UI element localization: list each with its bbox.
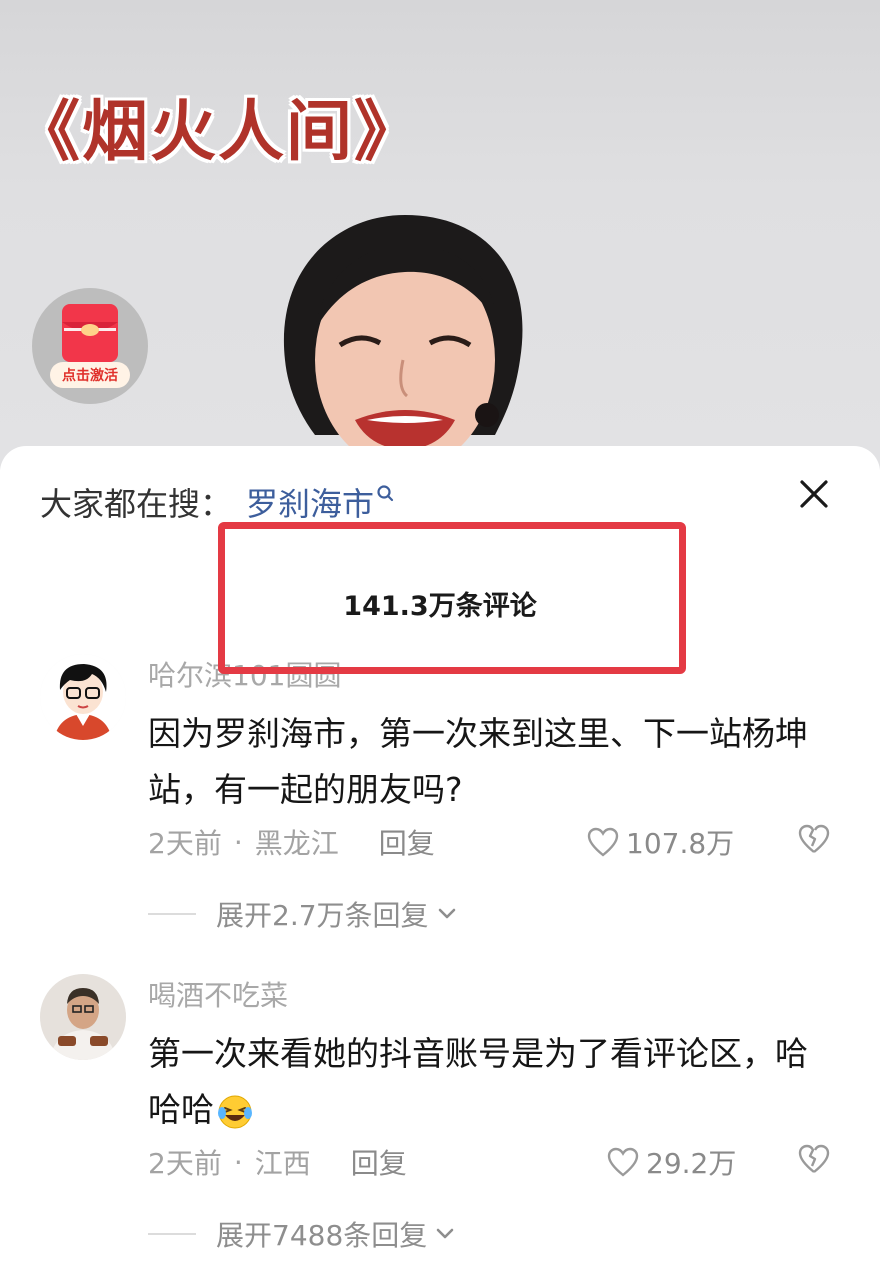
meta-separator: · [233, 1145, 243, 1179]
photo-avatar-image [40, 974, 126, 1060]
heart-icon [607, 1147, 639, 1177]
expand-replies-label: 展开7488条回复 [216, 1219, 428, 1252]
singer-video-frame [283, 215, 523, 470]
comment-text: 因为罗刹海市，第一次来到这里、下一站杨坤站，有一起的朋友吗? [148, 714, 808, 809]
cartoon-avatar-image [40, 654, 126, 740]
trending-search-term[interactable]: 罗刹海市 [246, 479, 374, 525]
expand-replies-button[interactable]: 展开7488条回复 [148, 1214, 455, 1254]
chevron-down-icon [438, 908, 455, 919]
broken-heart-icon[interactable] [796, 1142, 832, 1176]
like-button[interactable]: 107.8万 [586, 822, 734, 862]
highlight-box [218, 522, 686, 674]
activate-label: 点击激活 [50, 362, 130, 388]
trending-search-bar[interactable]: 大家都在搜： 罗刹海市 [40, 479, 396, 525]
reply-button[interactable]: 回复 [379, 822, 435, 862]
comment-meta: 2天前 · 黑龙江 回复 [148, 822, 435, 862]
comment-location: 黑龙江 [254, 827, 339, 860]
divider-line [148, 913, 196, 915]
comment-username[interactable]: 喝酒不吃菜 [148, 974, 288, 1014]
expand-replies-button[interactable]: 展开2.7万条回复 [148, 894, 457, 934]
chevron-down-icon [436, 1228, 454, 1239]
laughing-tears-emoji [218, 1095, 252, 1128]
like-count: 107.8万 [626, 827, 735, 860]
meta-separator: · [233, 825, 243, 859]
comment-meta: 2天前 · 江西 回复 [148, 1142, 407, 1182]
comment-time: 2天前 [148, 827, 222, 860]
trending-search-prefix: 大家都在搜： [40, 485, 233, 523]
avatar[interactable] [40, 654, 126, 740]
avatar[interactable] [40, 974, 126, 1060]
like-count: 29.2万 [646, 1147, 737, 1180]
comment-time: 2天前 [148, 1147, 222, 1180]
divider-line [148, 1233, 196, 1235]
activate-reward-badge[interactable]: 点击激活 [32, 288, 148, 404]
like-button[interactable]: 29.2万 [606, 1142, 736, 1182]
broken-heart-icon[interactable] [796, 822, 832, 856]
expand-replies-label: 展开2.7万条回复 [216, 899, 429, 932]
red-envelope-icon [62, 304, 118, 362]
heart-icon [587, 827, 619, 857]
video-title-overlay: 《烟火人间》 [14, 93, 422, 170]
close-icon[interactable] [796, 476, 832, 512]
search-icon [377, 485, 394, 502]
comment-location: 江西 [254, 1147, 311, 1180]
comment-text: 第一次来看她的抖音账号是为了看评论区，哈哈哈 [148, 1026, 828, 1138]
reply-button[interactable]: 回复 [351, 1142, 407, 1182]
video-player[interactable]: 《烟火人间》 点击激活 [0, 0, 880, 470]
